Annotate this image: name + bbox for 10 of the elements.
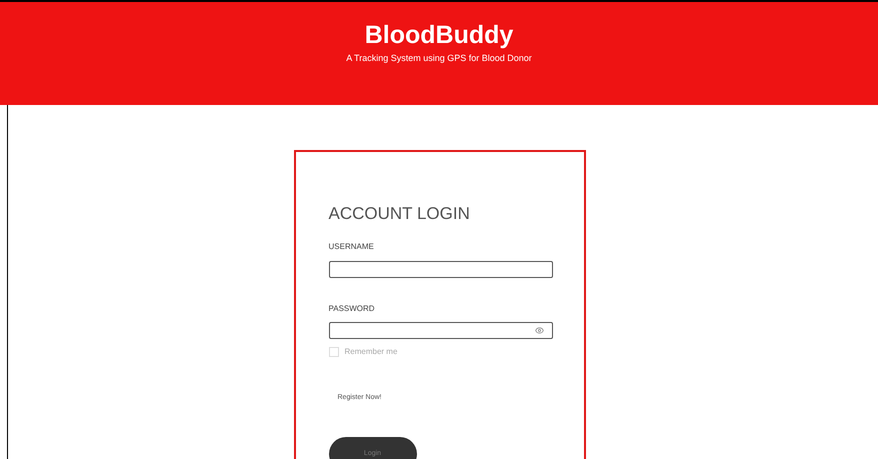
site-subtitle: A Tracking System using GPS for Blood Donor	[346, 52, 532, 65]
password-field[interactable]	[328, 322, 552, 339]
remember-checkbox[interactable]	[328, 347, 338, 357]
remember-label: Remember me	[344, 346, 398, 358]
username-label: USERNAME	[328, 241, 375, 253]
password-label: PASSWORD	[328, 303, 376, 315]
site-title: BloodBuddy	[364, 20, 514, 50]
username-field[interactable]	[328, 261, 552, 278]
show-password-icon[interactable]	[534, 326, 544, 335]
login-heading: ACCOUNT LOGIN	[328, 204, 471, 224]
